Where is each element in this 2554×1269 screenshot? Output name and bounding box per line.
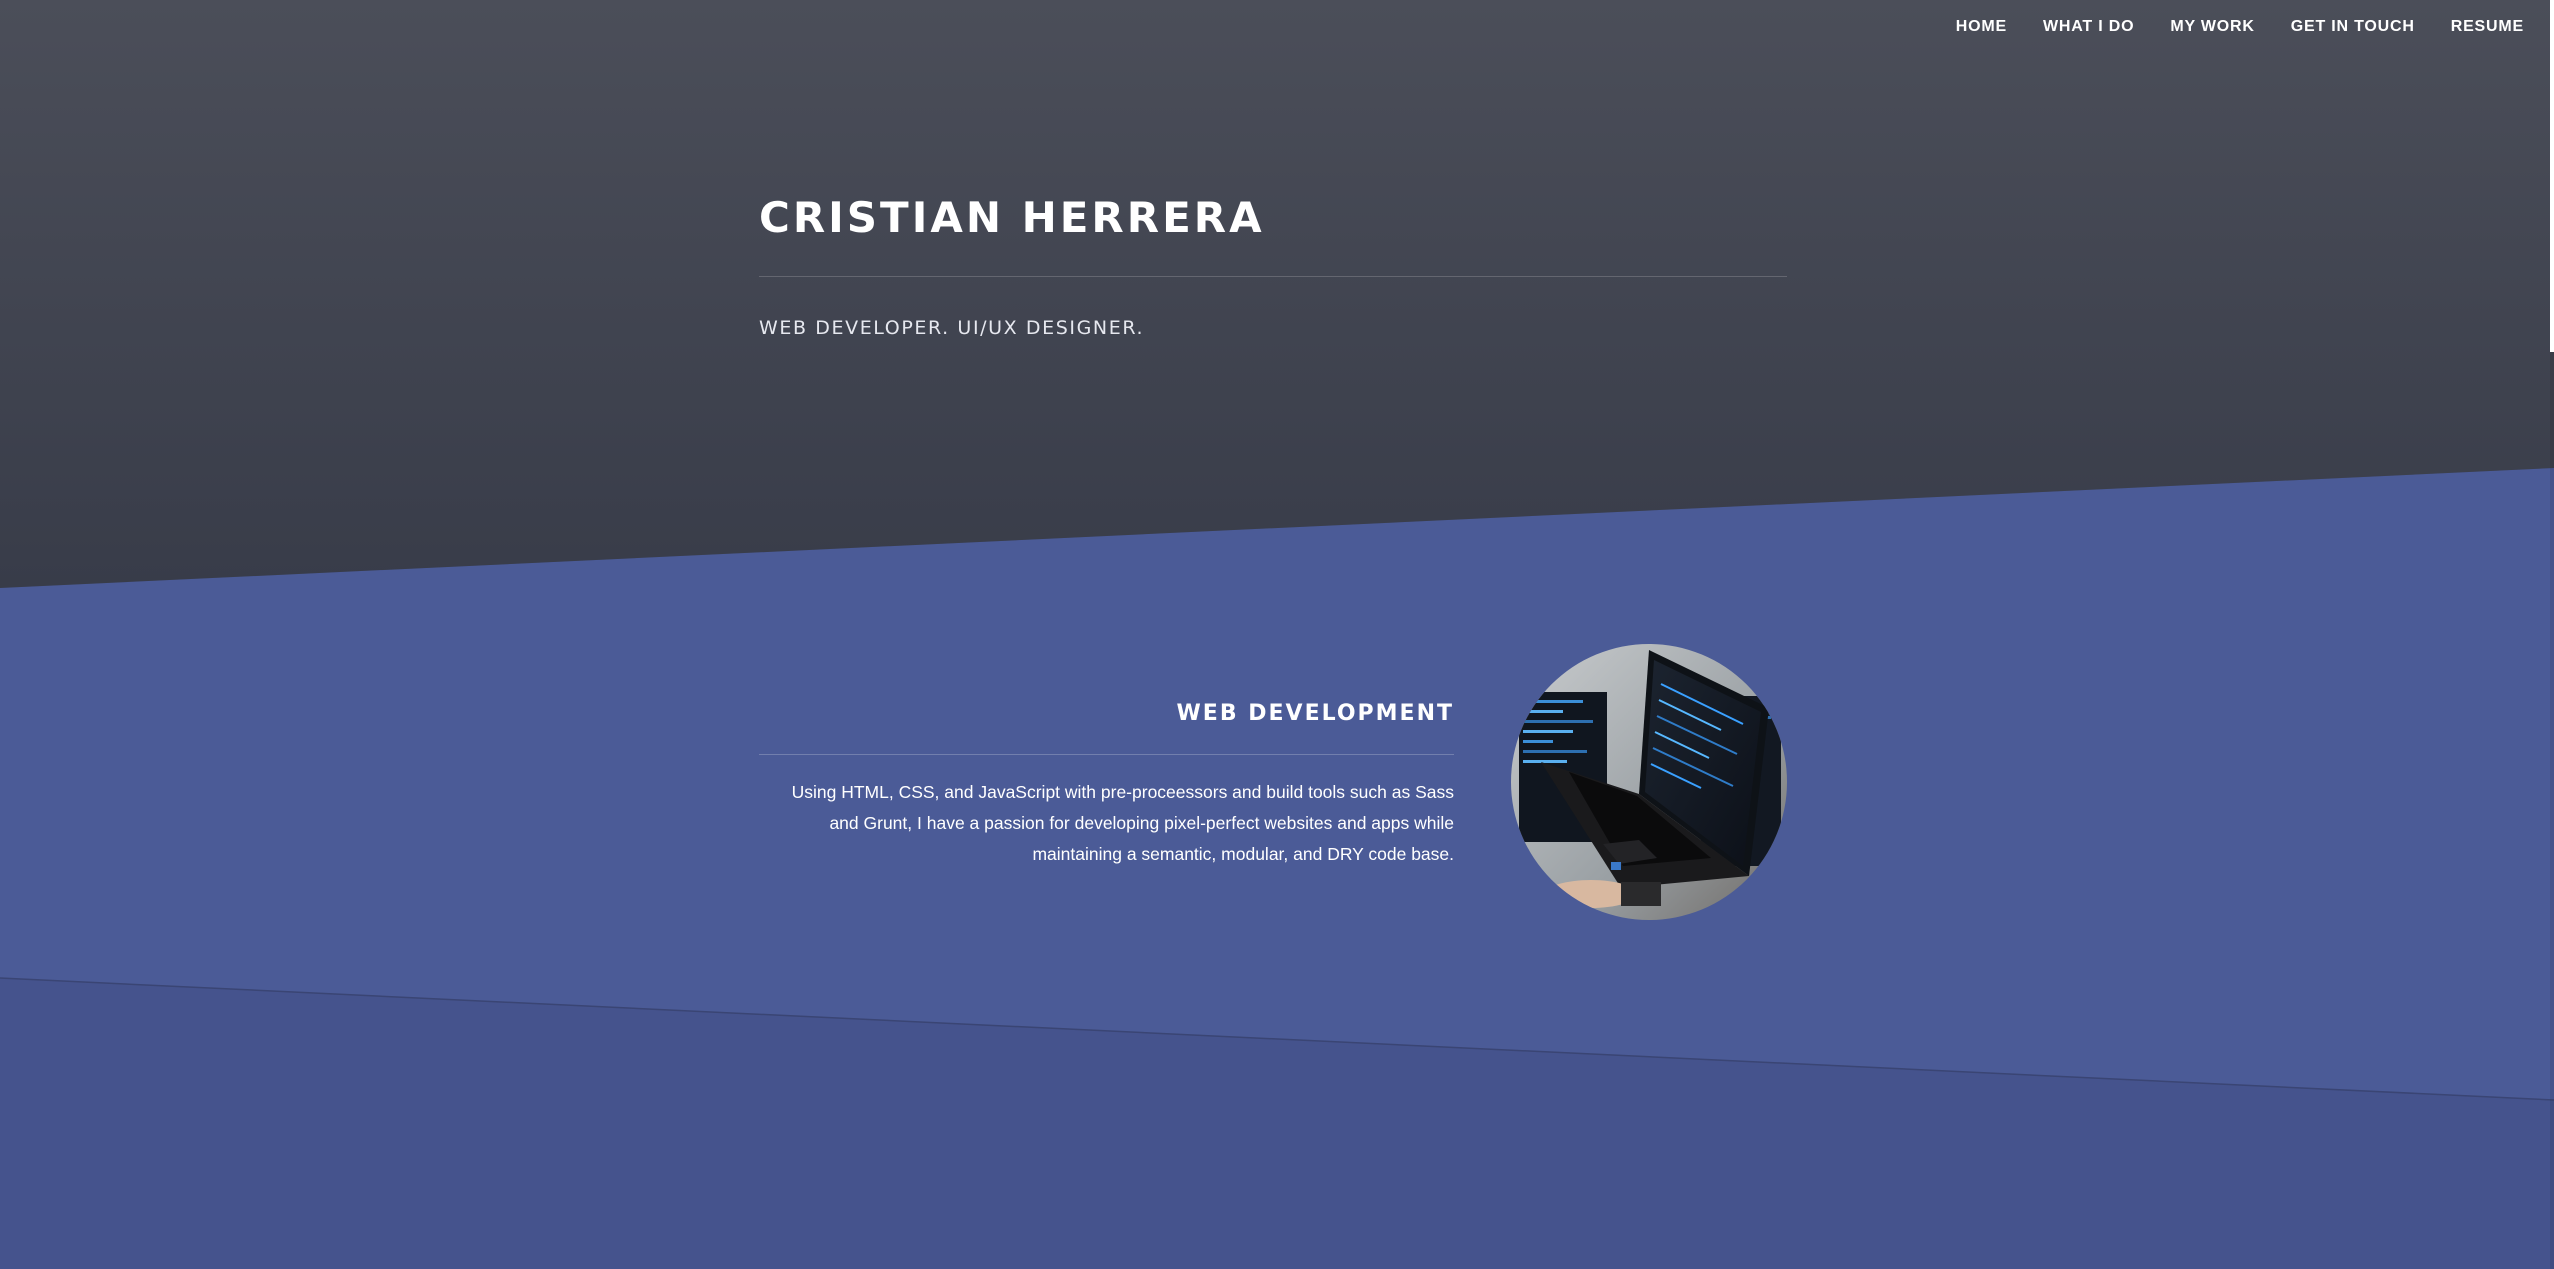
laptop-photo-icon	[1511, 644, 1787, 920]
nav-get-in-touch[interactable]: GET IN TOUCH	[2291, 18, 2415, 36]
nav-home[interactable]: HOME	[1956, 18, 2007, 36]
scrollbar-thumb[interactable]	[2550, 0, 2554, 352]
nav-what-i-do[interactable]: WHAT I DO	[2043, 18, 2134, 36]
service-divider	[759, 754, 1454, 755]
hero-divider	[759, 276, 1787, 277]
main-nav: HOME WHAT I DO MY WORK GET IN TOUCH RESU…	[1920, 18, 2524, 36]
hero: CRISTIAN HERRERA WEB DEVELOPER. UI/UX DE…	[759, 190, 1787, 339]
hero-name: CRISTIAN HERRERA	[759, 193, 1265, 242]
page: HOME WHAT I DO MY WORK GET IN TOUCH RESU…	[0, 0, 2554, 1269]
service-text: WEB DEVELOPMENT Using HTML, CSS, and Jav…	[759, 700, 1454, 888]
service-title: WEB DEVELOPMENT	[1176, 701, 1454, 726]
hero-subtitle: WEB DEVELOPER. UI/UX DESIGNER.	[759, 317, 1145, 339]
nav-resume[interactable]: RESUME	[2451, 18, 2524, 36]
service-web-development: WEB DEVELOPMENT Using HTML, CSS, and Jav…	[759, 640, 1787, 930]
nav-my-work[interactable]: MY WORK	[2170, 18, 2254, 36]
service-description: Using HTML, CSS, and JavaScript with pre…	[791, 782, 1454, 864]
